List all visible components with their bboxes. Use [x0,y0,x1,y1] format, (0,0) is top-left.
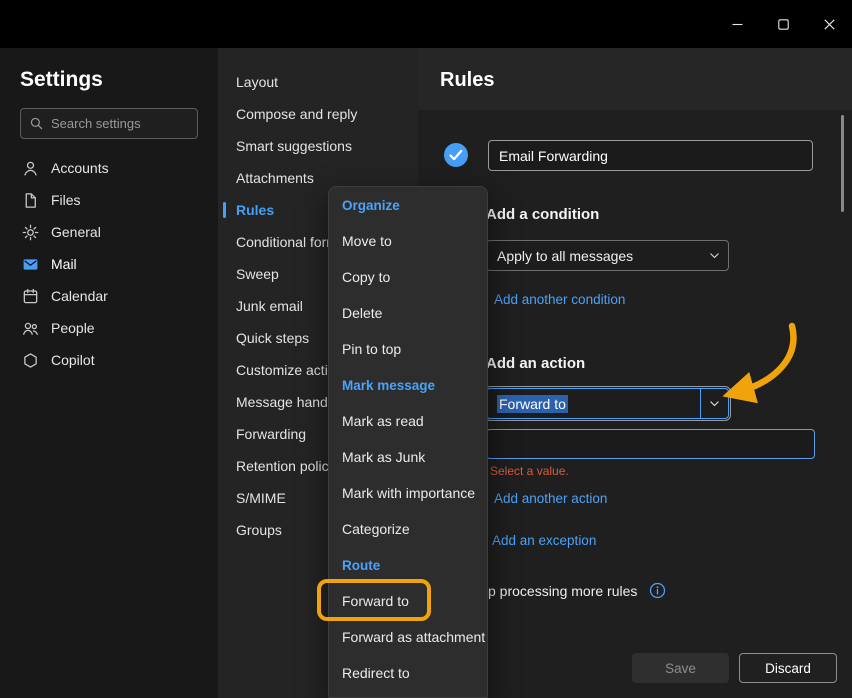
window-controls [714,0,852,48]
condition-dropdown[interactable]: Apply to all messages [486,240,729,271]
selected-indicator [223,202,226,218]
menu-item-pin-to-top[interactable]: Pin to top [329,331,487,367]
menu-item-mark-with-importance[interactable]: Mark with importance [329,475,487,511]
chevron-down-icon [700,389,728,418]
sidebar-item-label: General [51,224,101,240]
menu-item-redirect-to[interactable]: Redirect to [329,655,487,691]
mail-icon [22,256,39,273]
settings-sidebar: Settings Accounts Files General Mail Cal… [0,48,218,698]
save-button[interactable]: Save [632,653,729,683]
add-another-condition-link[interactable]: Add another condition [494,292,625,307]
menu-header-route: Route [329,547,487,583]
search-icon [29,116,44,131]
menu-item-mark-as-read[interactable]: Mark as read [329,403,487,439]
info-icon[interactable] [649,582,666,599]
scrollbar-thumb[interactable] [841,115,844,212]
page-title: Rules [440,69,494,92]
menu-item-delete[interactable]: Delete [329,295,487,331]
category-label: Rules [236,202,274,218]
people-icon [22,320,39,337]
sidebar-item-general[interactable]: General [0,216,218,248]
rule-enabled-check[interactable] [443,142,469,168]
category-item-smart-suggestions[interactable]: Smart suggestions [218,130,418,162]
add-another-action-link[interactable]: Add another action [494,491,607,506]
category-item-compose-and-reply[interactable]: Compose and reply [218,98,418,130]
minimize-button[interactable] [714,0,760,48]
sidebar-item-label: Accounts [51,160,109,176]
sidebar-item-copilot[interactable]: Copilot [0,344,218,376]
sidebar-item-accounts[interactable]: Accounts [0,152,218,184]
check-circle-icon [443,142,469,168]
person-icon [22,160,39,177]
stop-processing-label: p processing more rules [488,583,637,599]
action-dropdown-value: Forward to [497,395,568,413]
sidebar-item-label: Calendar [51,288,108,304]
maximize-button[interactable] [760,0,806,48]
chevron-down-icon [700,241,728,270]
category-label: Junk email [236,298,303,314]
action-value-input[interactable] [486,429,815,459]
add-exception-link[interactable]: Add an exception [492,533,596,548]
search-input[interactable] [51,116,189,131]
close-icon [824,19,835,30]
category-label: S/MIME [236,490,286,506]
action-menu: Organize Move to Copy to Delete Pin to t… [328,186,488,698]
category-item-layout[interactable]: Layout [218,66,418,98]
search-box[interactable] [20,108,198,139]
copilot-icon [22,352,39,369]
rule-name-input[interactable] [488,140,813,171]
category-label: Smart suggestions [236,138,352,154]
settings-title: Settings [20,68,103,92]
menu-item-mark-as-junk[interactable]: Mark as Junk [329,439,487,475]
close-button[interactable] [806,0,852,48]
maximize-icon [778,19,789,30]
titlebar [0,0,852,48]
menu-item-copy-to[interactable]: Copy to [329,259,487,295]
validation-error: Select a value. [490,464,569,478]
calendar-icon [22,288,39,305]
sidebar-item-label: Files [51,192,81,208]
menu-item-forward-to[interactable]: Forward to [329,583,487,619]
category-label: Layout [236,74,278,90]
menu-header-mark-message: Mark message [329,367,487,403]
sidebar-item-label: People [51,320,95,336]
menu-item-forward-as-attachment[interactable]: Forward as attachment [329,619,487,655]
menu-item-move-to[interactable]: Move to [329,223,487,259]
category-label: Compose and reply [236,106,357,122]
action-section-label: Add an action [486,355,585,372]
category-label: Groups [236,522,282,538]
sidebar-item-label: Mail [51,256,77,272]
discard-button[interactable]: Discard [739,653,837,683]
category-label: Sweep [236,266,279,282]
condition-section-label: Add a condition [486,206,599,223]
sidebar-item-people[interactable]: People [0,312,218,344]
rules-header: Rules [418,48,852,110]
category-label: Attachments [236,170,314,186]
menu-item-categorize[interactable]: Categorize [329,511,487,547]
category-label: Forwarding [236,426,306,442]
gear-icon [22,224,39,241]
sidebar-item-label: Copilot [51,352,95,368]
file-icon [22,192,39,209]
action-dropdown[interactable]: Forward to [486,388,729,419]
stop-processing-row: p processing more rules [488,582,666,599]
sidebar-item-files[interactable]: Files [0,184,218,216]
minimize-icon [732,19,743,30]
condition-dropdown-value: Apply to all messages [497,248,633,264]
category-label: Quick steps [236,330,309,346]
sidebar-item-mail[interactable]: Mail [0,248,218,280]
menu-header-organize: Organize [329,187,487,223]
sidebar-item-calendar[interactable]: Calendar [0,280,218,312]
